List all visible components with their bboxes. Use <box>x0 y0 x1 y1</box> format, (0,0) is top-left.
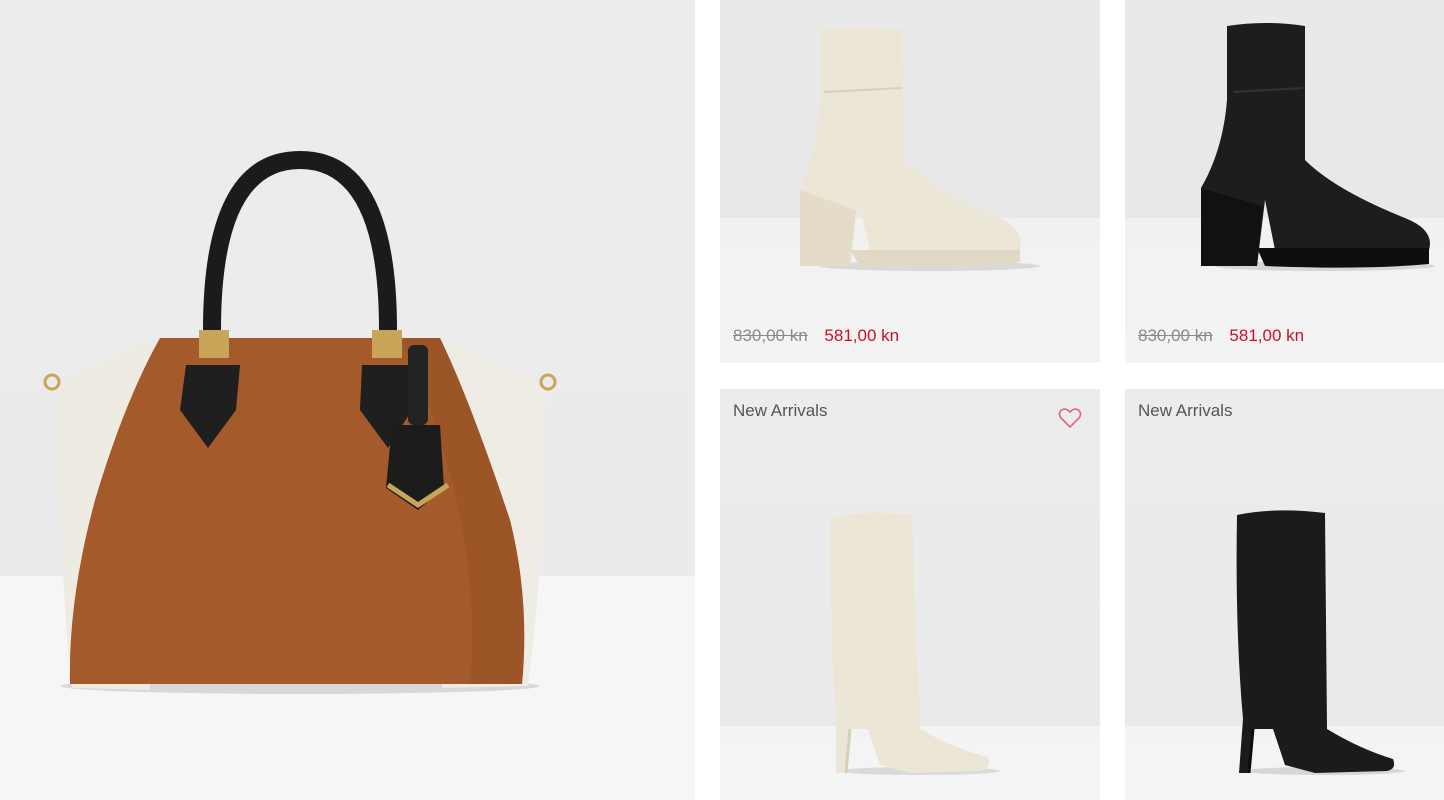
product-card[interactable]: 830,00 kn 581,00 kn <box>720 0 1100 363</box>
original-price: 830,00 kn <box>733 326 808 345</box>
sale-price: 581,00 kn <box>824 326 900 345</box>
black-heeled-ankle-boot-image <box>1201 23 1435 271</box>
price-row: 830,00 kn 581,00 kn <box>733 326 899 346</box>
sale-price: 581,00 kn <box>1229 326 1305 345</box>
black-knee-high-boot-image <box>1236 510 1405 775</box>
original-price: 830,00 kn <box>1138 326 1213 345</box>
price-row: 830,00 kn 581,00 kn <box>1138 326 1304 346</box>
product-card[interactable]: New Arrivals <box>720 389 1100 800</box>
product-card[interactable]: New Arrivals <box>1125 389 1444 800</box>
product-card[interactable]: 830,00 kn 581,00 kn <box>1125 0 1444 363</box>
white-knee-high-boot-image <box>830 512 1000 775</box>
hero-handbag-tile[interactable] <box>0 0 695 800</box>
white-heeled-ankle-boot-image <box>800 27 1040 271</box>
handbag-image <box>43 150 557 694</box>
